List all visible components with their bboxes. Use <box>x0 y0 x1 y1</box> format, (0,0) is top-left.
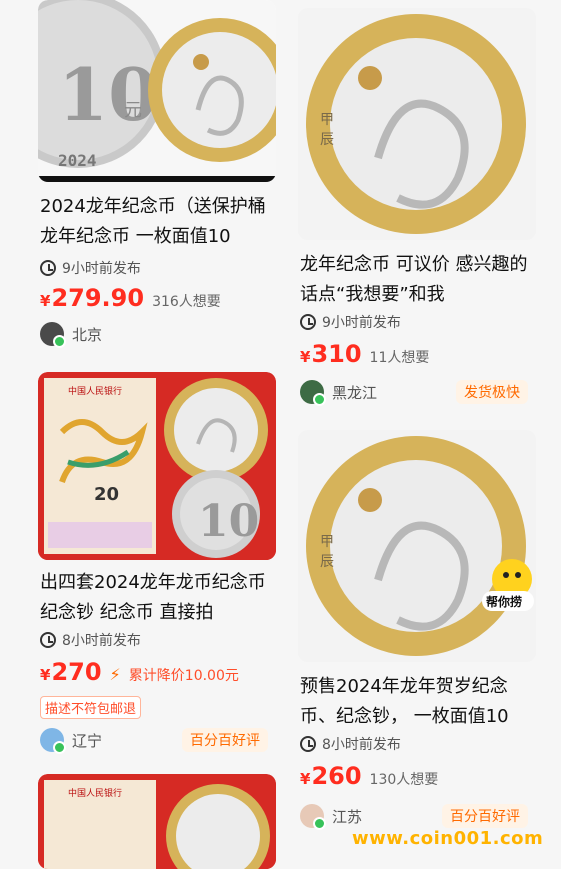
wants-count: 130人想要 <box>369 772 439 788</box>
listing-title: 预售2024年龙年贺岁纪念币、纪念钞， 一枚面值10 <box>300 676 509 727</box>
chen-text: 辰 <box>320 132 334 148</box>
location-text: 北京 <box>72 325 103 344</box>
product-image[interactable]: 中国人民银行 <box>38 774 276 869</box>
online-dot <box>313 817 326 830</box>
post-time: 9小时前发布 <box>300 312 401 332</box>
price-drop-text: 累计降价10.00元 <box>128 668 239 684</box>
price: ¥279.90 <box>40 284 145 312</box>
price-row: ¥260 130人想要 <box>300 762 438 790</box>
post-time-text: 9小时前发布 <box>62 261 141 277</box>
online-dot <box>313 393 326 406</box>
dragon-coin-image: 甲 辰 <box>298 8 536 240</box>
listing-title: 龙年纪念币 可议价 感兴趣的话点“我想要”和我 <box>300 254 528 305</box>
seller-badge: 百分百好评 <box>442 804 528 828</box>
avatar[interactable] <box>40 728 66 754</box>
bank-name: 中国人民银行 <box>68 385 122 397</box>
listing-card[interactable]: 中国人民银行 20 10 出四套2024龙年龙币纪念币纪念钞 纪念币 直接拍 8… <box>38 372 276 762</box>
help-find-button[interactable]: 帮你捞 <box>478 555 538 615</box>
wants-count: 316人想要 <box>152 294 221 310</box>
listing-title: 出四套2024龙年龙币纪念币纪念钞 纪念币 直接拍 <box>40 572 266 623</box>
note-coin-set-image: 中国人民银行 20 10 <box>38 372 276 560</box>
post-time: 8小时前发布 <box>300 734 401 754</box>
clock-icon <box>300 736 316 752</box>
clock-icon <box>40 632 56 648</box>
wants-count: 11人想要 <box>369 350 430 366</box>
help-find-label: 帮你捞 <box>486 595 523 609</box>
year-text: 2024 <box>58 151 97 170</box>
listing-card[interactable]: 中国人民银行 <box>38 774 276 869</box>
face-value-text: 10 <box>198 496 259 547</box>
price-row: ¥310 11人想要 <box>300 340 429 368</box>
location-text: 黑龙江 <box>332 383 378 402</box>
post-time-text: 8小时前发布 <box>62 633 141 649</box>
note-coin-set-image: 中国人民银行 <box>38 774 276 869</box>
listing-title: 2024龙年纪念币（送保护桶 龙年纪念币 一枚面值10 <box>40 196 266 247</box>
price: ¥270 <box>40 658 102 686</box>
coin-pair-image: 10 元 2024 <box>38 0 276 182</box>
lightning-icon: ⚡ <box>109 665 121 684</box>
price-row: ¥270 ⚡ 累计降价10.00元 <box>40 658 239 686</box>
price-row: ¥279.90 316人想要 <box>40 284 221 312</box>
bank-name: 中国人民银行 <box>68 787 122 799</box>
note-value: 20 <box>94 484 119 505</box>
yuan-text: 元 <box>124 100 142 121</box>
seller-location[interactable]: 江苏 <box>300 804 363 830</box>
guarantee-tag: 描述不符包邮退 <box>40 696 142 719</box>
product-image[interactable]: 甲 辰 <box>298 430 536 662</box>
avatar[interactable] <box>40 322 66 348</box>
listing-card[interactable]: 甲 辰 预售2024年龙年贺岁纪念币、纪念钞， 一枚面值10 8小时前发布 ¥2… <box>298 430 536 840</box>
jia-text: 甲 <box>320 534 334 550</box>
avatar[interactable] <box>300 804 326 830</box>
location-text: 江苏 <box>332 807 363 826</box>
listing-card[interactable]: 10 元 2024 2024龙年纪念币（送保护桶 龙年纪念币 一枚面值10 9小… <box>38 0 276 370</box>
post-time-text: 8小时前发布 <box>322 737 401 753</box>
seller-location[interactable]: 北京 <box>40 322 103 348</box>
location-text: 辽宁 <box>72 731 103 750</box>
seller-location[interactable]: 辽宁 <box>40 728 103 754</box>
clock-icon <box>300 314 316 330</box>
post-time: 9小时前发布 <box>40 258 141 278</box>
price: ¥260 <box>300 762 362 790</box>
dragon-coin-image: 甲 辰 <box>298 430 536 662</box>
jia-text: 甲 <box>320 112 334 128</box>
seller-location[interactable]: 黑龙江 <box>300 380 378 406</box>
clock-icon <box>40 260 56 276</box>
face-value-text: 10 <box>58 52 158 137</box>
watermark-text: www.coin001.com <box>352 828 544 849</box>
listing-card[interactable]: 甲 辰 龙年纪念币 可议价 感兴趣的话点“我想要”和我 9小时前发布 ¥310 … <box>298 8 536 418</box>
product-image[interactable]: 10 元 2024 <box>38 0 276 182</box>
online-dot <box>53 335 66 348</box>
product-image[interactable]: 中国人民银行 20 10 <box>38 372 276 560</box>
seller-badge: 百分百好评 <box>182 728 268 752</box>
seller-badge: 发货极快 <box>456 380 528 404</box>
avatar[interactable] <box>300 380 326 406</box>
post-time-text: 9小时前发布 <box>322 315 401 331</box>
post-time: 8小时前发布 <box>40 630 141 650</box>
price: ¥310 <box>300 340 362 368</box>
product-image[interactable]: 甲 辰 <box>298 8 536 240</box>
chen-text: 辰 <box>320 554 334 570</box>
online-dot <box>53 741 66 754</box>
